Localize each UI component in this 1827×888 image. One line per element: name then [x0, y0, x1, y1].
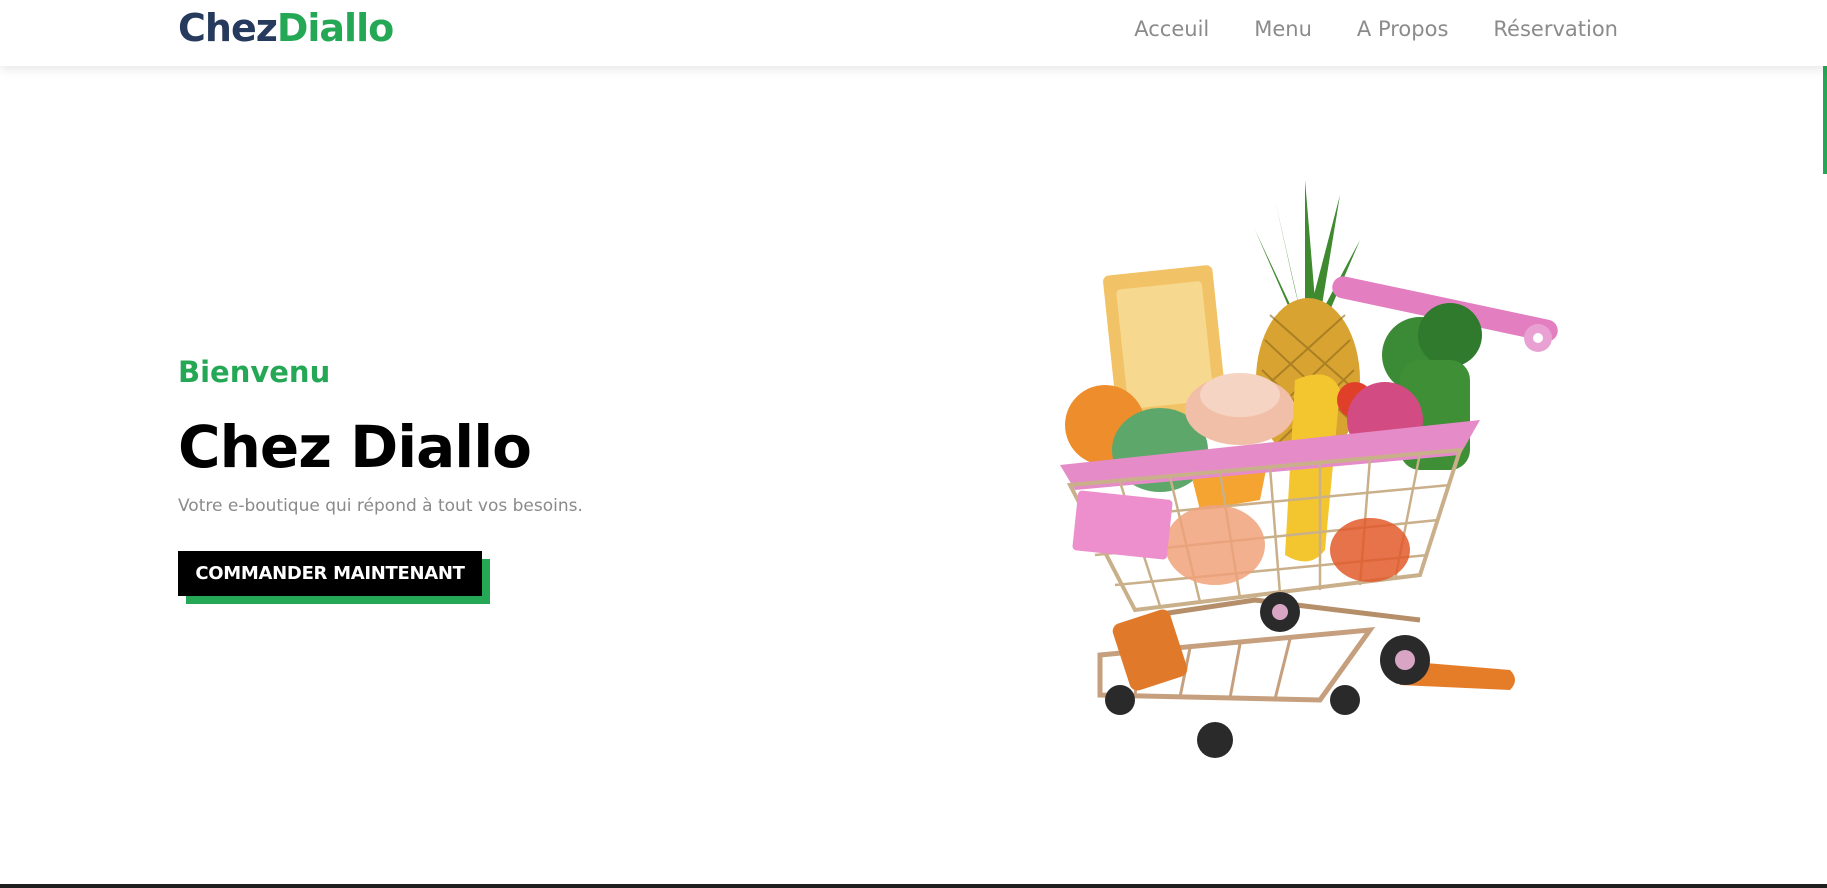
- hero-subtitle: Votre e-boutique qui répond à tout vos b…: [178, 496, 583, 516]
- hero-text: Bienvenu Chez Diallo Votre e-boutique qu…: [178, 355, 583, 516]
- main-nav: Acceuil Menu A Propos Réservation: [1134, 17, 1618, 41]
- shopping-cart-illustration-icon: [1060, 180, 1558, 758]
- hero-title: Chez Diallo: [178, 413, 532, 481]
- order-now-button[interactable]: COMMANDER MAINTENANT: [178, 551, 482, 596]
- nav-link-reservation[interactable]: Réservation: [1493, 17, 1618, 41]
- nav-link-a-propos[interactable]: A Propos: [1357, 17, 1448, 41]
- cta-wrapper: COMMANDER MAINTENANT: [178, 551, 490, 604]
- nav-link-menu[interactable]: Menu: [1254, 17, 1312, 41]
- navbar: ChezDiallo Acceuil Menu A Propos Réserva…: [0, 0, 1827, 66]
- logo[interactable]: ChezDiallo: [178, 6, 394, 50]
- logo-part-chez: Chez: [178, 6, 278, 50]
- nav-link-acceuil[interactable]: Acceuil: [1134, 17, 1209, 41]
- hero-greeting: Bienvenu: [178, 355, 331, 389]
- bottom-border: [0, 884, 1827, 888]
- logo-part-diallo: Diallo: [276, 6, 394, 50]
